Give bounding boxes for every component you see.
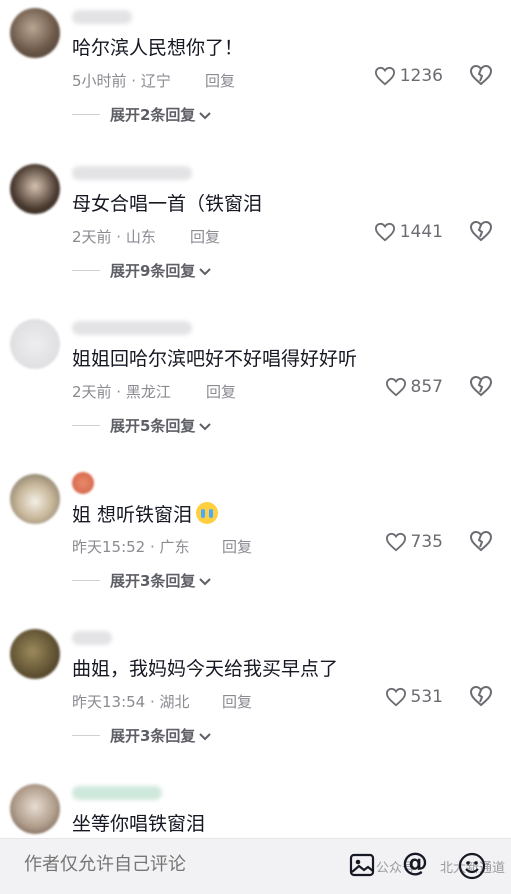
comment-meta: 2天前 · 黑龙江 [72, 383, 171, 401]
like-count: 1236 [399, 66, 443, 86]
comment-input[interactable] [22, 853, 326, 876]
broken-heart-icon[interactable] [469, 220, 493, 246]
avatar[interactable] [10, 319, 60, 369]
comment-item: 曲姐，我妈妈今天给我买早点了 昨天13:54 · 湖北 回复 531 展开3条回… [0, 625, 511, 775]
like-count: 857 [410, 377, 443, 397]
expand-replies-label: 展开9条回复 [110, 262, 196, 280]
like-button[interactable]: 735 [385, 532, 443, 552]
expand-replies-button[interactable]: 展开2条回复 [72, 104, 212, 125]
like-button[interactable]: 531 [385, 687, 443, 707]
comment-text: 姐 想听铁窗泪 [72, 502, 219, 527]
chevron-down-icon [199, 416, 212, 435]
comment-meta: 2天前 · 山东 [72, 228, 156, 246]
heart-icon [385, 532, 407, 552]
reply-button[interactable]: 回复 [205, 70, 235, 91]
heart-icon [374, 222, 396, 242]
broken-heart-icon[interactable] [469, 375, 493, 401]
comment-text: 母女合唱一首（铁窗泪 [72, 193, 263, 215]
emoji-icon[interactable] [457, 851, 487, 885]
expand-replies-label: 展开5条回复 [110, 417, 196, 435]
avatar[interactable] [10, 8, 60, 58]
heart-icon [385, 687, 407, 707]
username-blurred [72, 10, 132, 24]
expand-replies-button[interactable]: 展开3条回复 [72, 725, 212, 746]
chevron-down-icon [199, 261, 212, 280]
comment-input-bar: 公众号 @ 北大新通道 [0, 838, 511, 894]
avatar[interactable] [10, 784, 60, 834]
heart-icon [385, 377, 407, 397]
comment-meta: 5小时前 · 辽宁 [72, 72, 171, 90]
divider [72, 114, 100, 115]
username-blurred [72, 631, 112, 645]
reply-button[interactable]: 回复 [190, 226, 220, 247]
avatar[interactable] [10, 629, 60, 679]
image-icon[interactable] [348, 851, 376, 883]
at-icon[interactable]: @ [402, 848, 428, 878]
comment-meta: 昨天15:52 · 广东 [72, 538, 190, 556]
expand-replies-button[interactable]: 展开3条回复 [72, 570, 212, 591]
expand-replies-button[interactable]: 展开9条回复 [72, 260, 212, 281]
chevron-down-icon [199, 105, 212, 124]
like-button[interactable]: 1236 [374, 66, 443, 86]
broken-heart-icon[interactable] [469, 685, 493, 711]
like-count: 735 [410, 532, 443, 552]
expand-replies-label: 展开3条回复 [110, 572, 196, 590]
comment-meta: 昨天13:54 · 湖北 [72, 693, 190, 711]
divider [72, 425, 100, 426]
username-blurred [72, 321, 192, 335]
comment-item: 哈尔滨人民想你了！ 5小时前 · 辽宁 回复 1236 展开2条回复 [0, 4, 511, 154]
expand-replies-label: 展开2条回复 [110, 106, 196, 124]
comment-text-content: 姐 想听铁窗泪 [72, 504, 193, 526]
divider [72, 580, 100, 581]
chevron-down-icon [199, 571, 212, 590]
divider [72, 270, 100, 271]
comment-item: 姐 想听铁窗泪 昨天15:52 · 广东 回复 735 展开3条回复 [0, 470, 511, 620]
like-button[interactable]: 857 [385, 377, 443, 397]
avatar[interactable] [10, 164, 60, 214]
badge-blurred [72, 472, 94, 494]
reply-button[interactable]: 回复 [222, 691, 252, 712]
divider [72, 735, 100, 736]
avatar[interactable] [10, 474, 60, 524]
comment-text: 姐姐回哈尔滨吧好不好唱得好好听 [72, 348, 358, 370]
username-blurred [72, 786, 162, 800]
comment-text: 坐等你唱铁窗泪 [72, 813, 206, 835]
reply-button[interactable]: 回复 [206, 381, 236, 402]
broken-heart-icon[interactable] [469, 64, 493, 90]
username-blurred [72, 166, 192, 180]
like-button[interactable]: 1441 [374, 222, 443, 242]
comment-item: 姐姐回哈尔滨吧好不好唱得好好听 2天前 · 黑龙江 回复 857 展开5条回复 [0, 315, 511, 465]
broken-heart-icon[interactable] [469, 530, 493, 556]
expand-replies-label: 展开3条回复 [110, 727, 196, 745]
like-count: 531 [410, 687, 443, 707]
comment-text: 曲姐，我妈妈今天给我买早点了 [72, 658, 339, 680]
like-count: 1441 [399, 222, 443, 242]
comment-text: 哈尔滨人民想你了！ [72, 37, 244, 59]
chevron-down-icon [199, 726, 212, 745]
crying-emoji-icon [196, 502, 219, 524]
comment-item: 坐等你唱铁窗泪 [0, 780, 511, 838]
comment-item: 母女合唱一首（铁窗泪 2天前 · 山东 回复 1441 展开9条回复 [0, 160, 511, 310]
reply-button[interactable]: 回复 [222, 536, 252, 557]
expand-replies-button[interactable]: 展开5条回复 [72, 415, 212, 436]
heart-icon [374, 66, 396, 86]
